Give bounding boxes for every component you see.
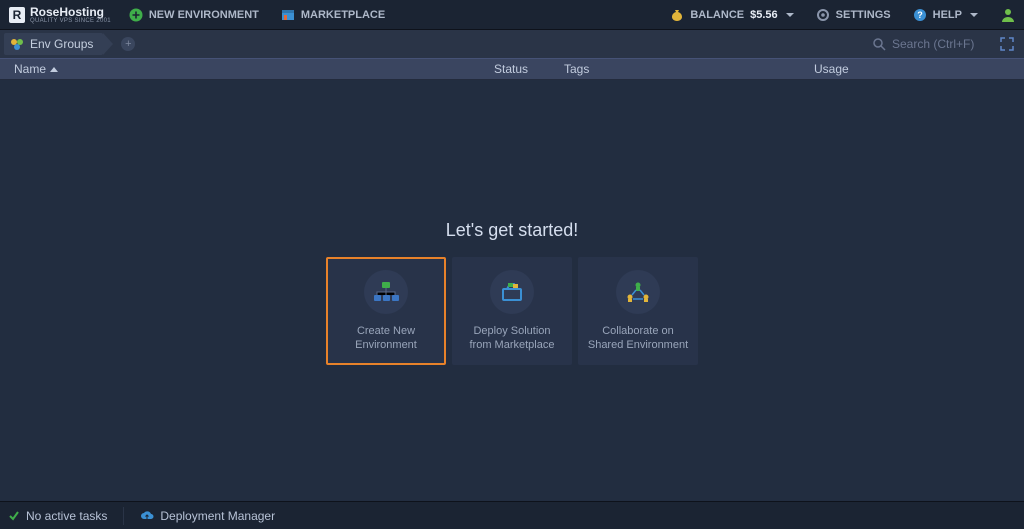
card-label-line: Collaborate on: [602, 325, 674, 337]
brand-tagline: QUALITY VPS SINCE 2001: [30, 18, 111, 24]
plus-circle-icon: [129, 8, 143, 22]
chevron-down-icon: [970, 13, 978, 17]
help-label: HELP: [933, 9, 962, 21]
svg-text:?: ?: [917, 10, 923, 20]
bottom-bar: No active tasks Deployment Manager: [0, 501, 1024, 529]
column-name-label: Name: [14, 62, 46, 76]
user-icon: [1000, 7, 1016, 23]
marketplace-button[interactable]: MARKETPLACE: [277, 3, 389, 27]
deployment-manager-button[interactable]: Deployment Manager: [140, 509, 275, 523]
fullscreen-icon: [1000, 37, 1014, 51]
balance-button[interactable]: BALANCE $5.56: [666, 3, 797, 27]
marketplace-basket-icon: [490, 270, 534, 314]
add-env-group-button[interactable]: +: [121, 37, 135, 51]
search-input[interactable]: [892, 37, 992, 51]
card-create-environment[interactable]: Create New Environment: [326, 257, 446, 365]
card-deploy-marketplace[interactable]: Deploy Solution from Marketplace: [452, 257, 572, 365]
rose-logo-icon: R: [8, 6, 26, 24]
marketplace-icon: [281, 8, 295, 22]
brand-logo[interactable]: R RoseHosting QUALITY VPS SINCE 2001: [8, 6, 111, 24]
help-icon: ?: [913, 8, 927, 22]
card-label-line: Deploy Solution: [473, 325, 550, 337]
brand-name: RoseHosting: [30, 6, 111, 18]
column-status[interactable]: Status: [488, 62, 558, 76]
divider: [123, 507, 124, 525]
settings-label: SETTINGS: [836, 9, 891, 21]
tasks-status-label: No active tasks: [26, 509, 107, 523]
user-menu-button[interactable]: [996, 2, 1016, 28]
chevron-down-icon: [786, 13, 794, 17]
collaborate-icon: [616, 270, 660, 314]
get-started-panel: Let's get started! Create New Environmen…: [0, 220, 1024, 365]
marketplace-label: MARKETPLACE: [301, 9, 385, 21]
deployment-manager-label: Deployment Manager: [160, 509, 275, 523]
cloud-upload-icon: [140, 510, 154, 522]
search-icon: [872, 37, 886, 51]
table-header: Name Status Tags Usage: [0, 58, 1024, 80]
get-started-title: Let's get started!: [0, 220, 1024, 241]
column-tags[interactable]: Tags: [558, 62, 808, 76]
sort-asc-icon: [50, 67, 58, 72]
new-environment-label: NEW ENVIRONMENT: [149, 9, 259, 21]
settings-button[interactable]: SETTINGS: [812, 3, 895, 27]
card-label-line: Environment: [355, 339, 417, 351]
help-button[interactable]: ? HELP: [909, 3, 982, 27]
column-name[interactable]: Name: [8, 62, 488, 76]
create-env-icon: [364, 270, 408, 314]
card-collaborate[interactable]: Collaborate on Shared Environment: [578, 257, 698, 365]
column-usage-label: Usage: [814, 62, 849, 76]
plus-icon: +: [125, 38, 131, 50]
balance-label: BALANCE: [690, 9, 744, 21]
card-label-line: Shared Environment: [588, 339, 688, 351]
card-label-line: from Marketplace: [470, 339, 555, 351]
new-environment-button[interactable]: NEW ENVIRONMENT: [125, 3, 263, 27]
env-groups-label: Env Groups: [30, 37, 93, 51]
card-label-line: Create New: [357, 325, 415, 337]
main-area: Let's get started! Create New Environmen…: [0, 80, 1024, 501]
tasks-status[interactable]: No active tasks: [8, 509, 107, 523]
env-groups-icon: [10, 37, 24, 51]
gear-icon: [816, 8, 830, 22]
moneybag-icon: [670, 8, 684, 22]
check-icon: [8, 510, 20, 522]
column-status-label: Status: [494, 62, 528, 76]
fullscreen-button[interactable]: [998, 35, 1016, 53]
svg-text:R: R: [13, 8, 22, 22]
column-tags-label: Tags: [564, 62, 589, 76]
top-bar: R RoseHosting QUALITY VPS SINCE 2001 NEW…: [0, 0, 1024, 30]
env-groups-bar: Env Groups +: [0, 30, 1024, 58]
column-usage[interactable]: Usage: [808, 62, 888, 76]
balance-amount: $5.56: [750, 9, 778, 21]
env-groups-breadcrumb[interactable]: Env Groups: [4, 33, 103, 55]
